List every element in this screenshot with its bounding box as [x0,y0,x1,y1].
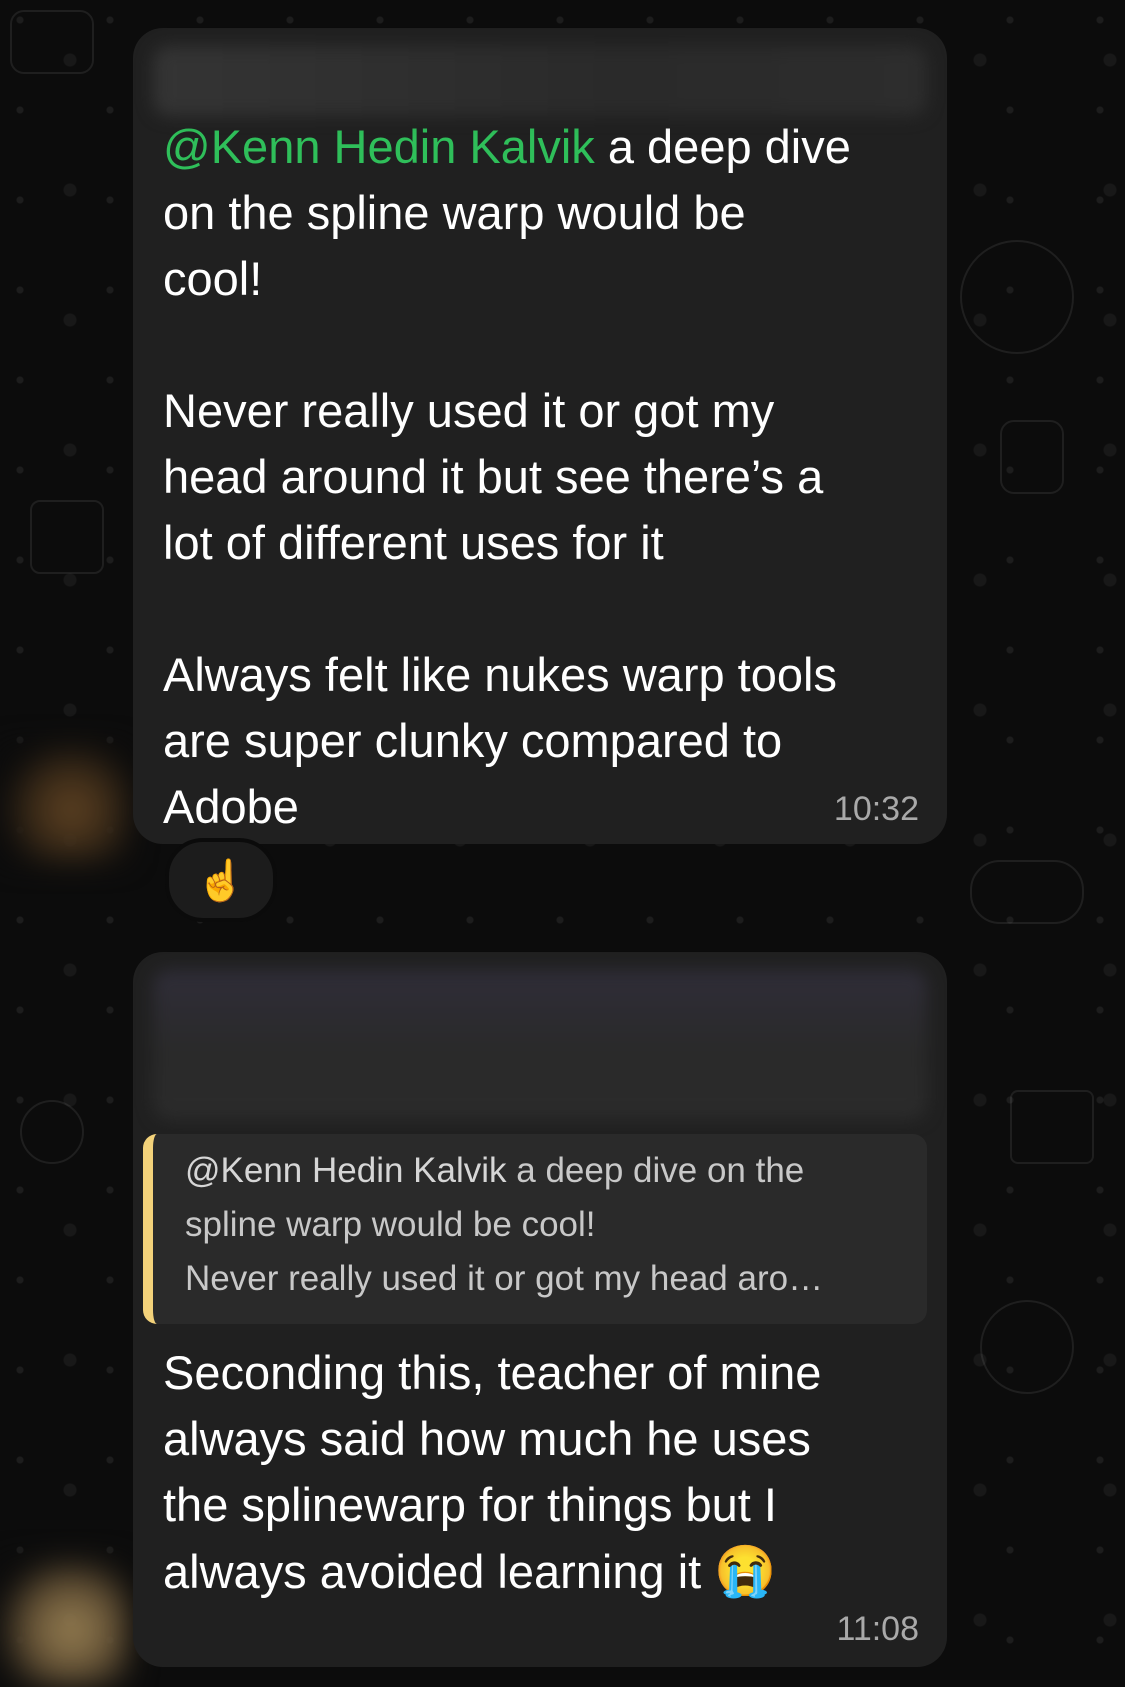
wallpaper-doodle [980,1300,1074,1394]
point-up-emoji-icon: ☝ [196,858,246,903]
message-timestamp: 10:32 [833,790,919,828]
wallpaper-doodle [20,1100,84,1164]
quoted-reply[interactable]: @Kenn Hedin Kalvik a deep dive on the sp… [143,1134,927,1324]
crying-emoji-icon: 😭 [714,1543,777,1599]
wallpaper-doodle [30,500,104,574]
message-text: Seconding this, teacher of mine always s… [133,1340,947,1605]
reaction-badge[interactable]: ☝ [165,838,277,922]
wallpaper-doodle [960,240,1074,354]
avatar[interactable] [0,1560,130,1687]
wallpaper-doodle [10,10,94,74]
avatar[interactable] [0,745,130,863]
wallpaper-doodle [1000,420,1064,494]
message-bubble[interactable]: @Kenn Hedin Kalvik a deep dive on the sp… [133,952,947,1667]
message-timestamp: 11:08 [836,1610,919,1648]
wallpaper-doodle [1010,1090,1094,1164]
sender-name-blurred[interactable] [153,970,927,1120]
quote-line: spline warp would be cool! [185,1205,596,1244]
mention-link[interactable]: @Kenn Hedin Kalvik [163,120,595,173]
wallpaper-doodle [970,860,1084,924]
quote-author: @Kenn Hedin Kalvik [185,1151,507,1190]
message-bubble[interactable]: @Kenn Hedin Kalvik a deep dive on the sp… [133,28,947,844]
sender-name-blurred[interactable] [153,46,927,116]
quote-line: @Kenn Hedin Kalvik a deep dive on the [185,1144,903,1198]
quote-line: Never really used it or got my head aro… [185,1259,824,1298]
quote-text: a deep dive on the [506,1151,805,1190]
message-text: @Kenn Hedin Kalvik a deep dive on the sp… [133,114,947,840]
message-body: a deep dive on the spline warp would be … [163,120,851,833]
